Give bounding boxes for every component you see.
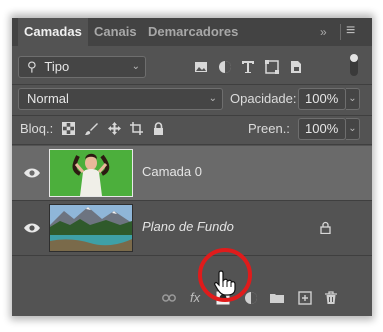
shape-filter-icon[interactable]: [265, 60, 279, 74]
opacity-input[interactable]: 100%: [298, 88, 346, 110]
lock-all-icon[interactable]: [152, 122, 165, 135]
fill-input[interactable]: 100%: [298, 118, 346, 140]
filter-kind-select[interactable]: ⚲ Tipo ⌄: [18, 56, 146, 78]
lock-label: Bloq.:: [20, 121, 54, 136]
tab-bar: Camadas Canais Demarcadores » ≡: [12, 18, 372, 46]
lock-transparent-icon[interactable]: [62, 122, 75, 135]
lock-image-icon[interactable]: [85, 122, 98, 135]
group-folder-icon[interactable]: [270, 291, 284, 305]
fill-label: Preen.:: [248, 121, 290, 136]
divider: [12, 84, 372, 85]
collapse-icon[interactable]: »: [320, 25, 327, 39]
layer-row-plano-de-fundo[interactable]: Plano de Fundo: [12, 201, 372, 255]
chevron-down-icon: ⌄: [208, 93, 217, 104]
tab-demarcadores[interactable]: Demarcadores: [142, 18, 242, 46]
image-filter-icon[interactable]: [194, 60, 208, 74]
adjustment-filter-icon[interactable]: [218, 60, 232, 74]
fx-icon[interactable]: fx: [190, 291, 204, 305]
lock-position-icon[interactable]: [108, 122, 121, 135]
filter-kind-value: Tipo: [44, 59, 70, 74]
panel-menu-icon[interactable]: ≡: [346, 23, 355, 39]
fill-dropdown-icon[interactable]: ⌄: [346, 118, 360, 140]
opacity-dropdown-icon[interactable]: ⌄: [346, 88, 360, 110]
tab-camadas[interactable]: Camadas: [18, 18, 88, 46]
tab-canais[interactable]: Canais: [88, 18, 140, 46]
blend-mode-value: Normal: [27, 91, 69, 106]
hand-cursor-icon: [214, 270, 236, 296]
blend-mode-select[interactable]: Normal ⌄: [18, 88, 223, 110]
filter-toggle-switch[interactable]: [350, 54, 358, 76]
opacity-label: Opacidade:: [230, 91, 297, 106]
layer-name[interactable]: Plano de Fundo: [142, 219, 234, 234]
layers-panel: Camadas Canais Demarcadores » ≡ ⚲ Tipo ⌄…: [12, 18, 372, 316]
smart-object-filter-icon[interactable]: [289, 60, 303, 74]
lock-artboard-icon[interactable]: [130, 122, 143, 135]
tab-separator: [340, 24, 341, 40]
divider: [12, 115, 372, 116]
adjustment-layer-icon[interactable]: [244, 291, 258, 305]
new-layer-icon[interactable]: [298, 291, 312, 305]
chevron-down-icon: ⌄: [131, 61, 140, 72]
type-filter-icon[interactable]: [241, 60, 255, 74]
layer-row-camada-0[interactable]: Camada 0: [12, 146, 372, 200]
layer-name[interactable]: Camada 0: [142, 164, 202, 179]
visibility-eye-icon[interactable]: [24, 168, 40, 178]
search-icon: ⚲: [27, 59, 37, 74]
visibility-eye-icon[interactable]: [24, 223, 40, 233]
trash-icon[interactable]: [324, 291, 338, 305]
lock-icon[interactable]: [320, 221, 331, 234]
divider: [12, 144, 372, 145]
divider: [12, 255, 372, 256]
link-layers-icon[interactable]: [162, 291, 176, 305]
layer-thumbnail-green-screen: [49, 149, 133, 197]
layer-thumbnail-landscape: [49, 204, 133, 252]
